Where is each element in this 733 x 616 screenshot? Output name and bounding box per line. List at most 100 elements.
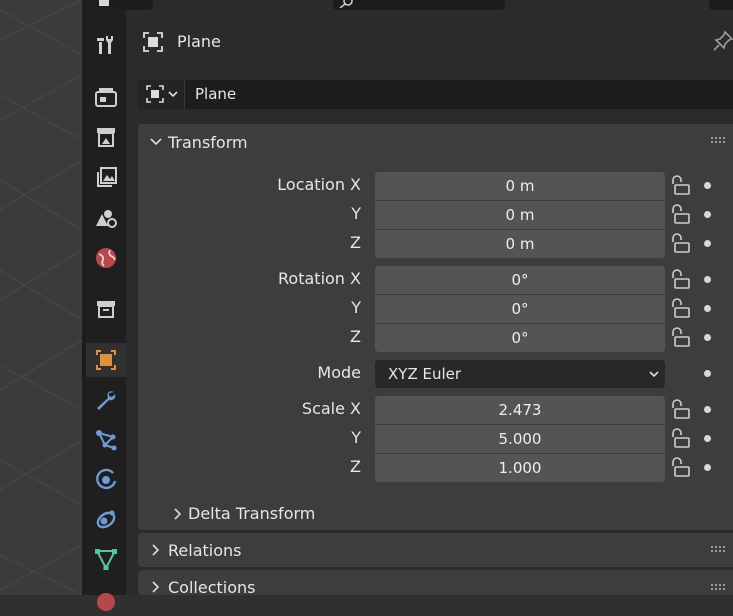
tab-tool[interactable]: [86, 28, 126, 62]
location-z-label: Z: [350, 233, 361, 252]
delta-transform-title: Delta Transform: [188, 504, 316, 523]
scale-z-field[interactable]: 1.000: [375, 454, 665, 482]
tab-material[interactable]: [86, 582, 126, 616]
context-object-name: Plane: [177, 32, 221, 51]
search-field[interactable]: [333, 0, 505, 10]
tab-physics[interactable]: [86, 463, 126, 497]
location-z-field[interactable]: 0 m: [375, 230, 665, 258]
lock-icon[interactable]: [669, 269, 691, 291]
viewport-grid: [0, 0, 82, 595]
rotation-x-field[interactable]: 0°: [375, 266, 665, 294]
particles-icon: [96, 430, 117, 451]
scale-z-label: Z: [350, 457, 361, 476]
keyframe-dot-icon[interactable]: [704, 211, 711, 218]
transform-header[interactable]: Transform: [138, 124, 733, 160]
properties-editor: Plane Plane Transform Location X Y Z 0 m…: [96, 0, 733, 597]
pin-icon[interactable]: [712, 30, 733, 52]
material-icon: [97, 593, 115, 611]
lock-icon[interactable]: [669, 327, 691, 349]
view-layer-icon: [97, 167, 117, 187]
object-name-field[interactable]: Plane: [195, 85, 236, 103]
location-y-label: Y: [351, 204, 361, 223]
keyframe-dot-icon[interactable]: [704, 305, 711, 312]
drag-handle-icon[interactable]: [711, 137, 725, 143]
tab-object[interactable]: [86, 343, 126, 377]
constraints-icon: [96, 510, 116, 529]
collection-icon: [97, 301, 115, 318]
mode-label: Mode: [317, 363, 361, 382]
scale-y-field[interactable]: 5.000: [375, 425, 665, 453]
lock-icon[interactable]: [669, 298, 691, 320]
search-icon: [339, 0, 353, 8]
tab-world[interactable]: [86, 241, 126, 275]
world-icon: [96, 248, 116, 268]
panel-title: Relations: [168, 541, 242, 560]
tab-collection[interactable]: [86, 292, 126, 326]
scale-x-label: Scale X: [301, 399, 361, 418]
wrench-icon: [97, 391, 116, 410]
lock-icon[interactable]: [669, 204, 691, 226]
lock-icon[interactable]: [669, 175, 691, 197]
rotation-y-label: Y: [351, 298, 361, 317]
relations-panel[interactable]: Relations: [138, 533, 733, 567]
tab-render[interactable]: [86, 79, 126, 113]
keyframe-dot-icon[interactable]: [704, 182, 711, 189]
mesh-data-icon: [95, 549, 117, 571]
scale-y-label: Y: [351, 428, 361, 447]
panel-title: Collections: [168, 578, 256, 597]
panel-title: Transform: [168, 133, 248, 152]
collections-panel[interactable]: Collections: [138, 570, 733, 597]
object-icon: [96, 350, 116, 370]
transform-panel: Transform Location X Y Z 0 m 0 m 0 m Rot…: [138, 124, 733, 530]
relations-header[interactable]: Relations: [138, 533, 733, 567]
lock-icon[interactable]: [669, 233, 691, 255]
editor-type-button[interactable]: [96, 0, 153, 10]
editor-type-icon: [99, 0, 109, 6]
object-name-row: Plane: [138, 80, 733, 109]
context-bar: Plane: [126, 22, 733, 62]
rotation-z-label: Z: [350, 327, 361, 346]
object-browse-button[interactable]: [138, 80, 185, 109]
chevron-down-icon: [649, 371, 659, 378]
rotation-mode-select[interactable]: XYZ Euler: [375, 360, 665, 388]
scale-x-field[interactable]: 2.473: [375, 396, 665, 424]
drag-handle-icon[interactable]: [711, 584, 725, 590]
chevron-right-icon: [174, 508, 182, 520]
chevron-down-icon: [168, 91, 178, 98]
lock-icon[interactable]: [669, 399, 691, 421]
location-y-field[interactable]: 0 m: [375, 201, 665, 229]
keyframe-dot-icon[interactable]: [704, 464, 711, 471]
tab-output[interactable]: [86, 120, 126, 154]
render-icon: [95, 88, 117, 107]
tab-particles[interactable]: [86, 423, 126, 457]
tab-modifiers[interactable]: [86, 383, 126, 417]
options-button[interactable]: [709, 0, 733, 10]
rotation-y-field[interactable]: 0°: [375, 295, 665, 323]
keyframe-dot-icon[interactable]: [704, 276, 711, 283]
keyframe-dot-icon[interactable]: [704, 370, 711, 377]
properties-tabs: [86, 0, 126, 611]
lock-icon[interactable]: [669, 428, 691, 450]
drag-handle-icon[interactable]: [711, 546, 725, 552]
rotation-z-field[interactable]: 0°: [375, 324, 665, 352]
keyframe-dot-icon[interactable]: [704, 334, 711, 341]
location-x-label: Location X: [277, 175, 361, 194]
delta-transform-header[interactable]: Delta Transform: [138, 500, 733, 530]
keyframe-dot-icon[interactable]: [704, 406, 711, 413]
output-icon: [97, 128, 115, 147]
tab-view-layer[interactable]: [86, 161, 126, 195]
tab-object-data[interactable]: [86, 542, 126, 576]
object-icon: [146, 85, 164, 103]
lock-icon[interactable]: [669, 457, 691, 479]
collections-header[interactable]: Collections: [138, 570, 733, 597]
chevron-down-icon: [150, 138, 162, 146]
keyframe-dot-icon[interactable]: [704, 435, 711, 442]
tab-scene[interactable]: [86, 201, 126, 235]
location-x-field[interactable]: 0 m: [375, 172, 665, 200]
tab-constraints[interactable]: [86, 502, 126, 536]
object-icon: [143, 32, 163, 52]
rotation-x-label: Rotation X: [278, 269, 361, 288]
chevron-right-icon: [152, 544, 160, 556]
keyframe-dot-icon[interactable]: [704, 240, 711, 247]
3d-viewport[interactable]: [0, 0, 82, 595]
